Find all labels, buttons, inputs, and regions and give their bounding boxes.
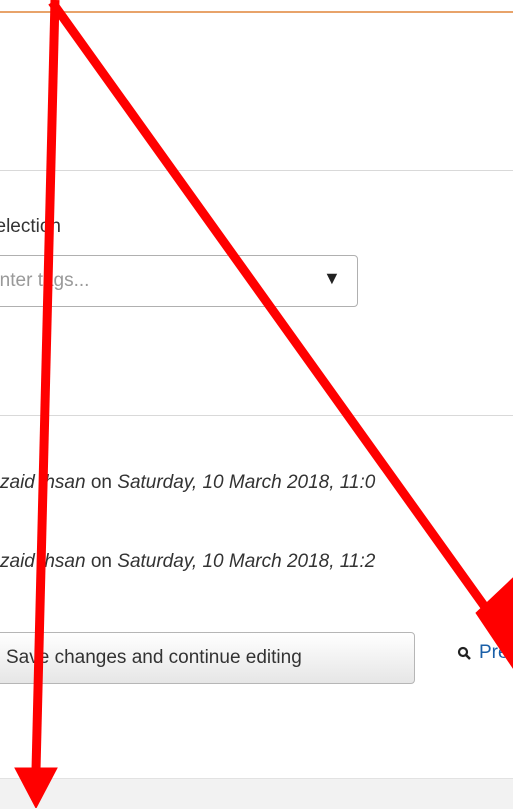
preview-link[interactable]: Pre — [457, 642, 509, 664]
annotation-arrows — [14, 0, 513, 808]
tags-label: selection — [0, 216, 61, 237]
section-divider-top — [0, 170, 513, 171]
preview-label: Pre — [479, 642, 509, 663]
history-date: Saturday, 10 March 2018, 11:0 — [117, 472, 376, 493]
history-connector: on — [90, 551, 112, 572]
save-continue-button[interactable]: Save changes and continue editing — [0, 632, 415, 684]
history-date: Saturday, 10 March 2018, 11:2 — [117, 551, 376, 572]
section-divider-middle — [0, 415, 513, 416]
history-entry: zaid ihsan on Saturday, 10 March 2018, 1… — [0, 472, 375, 494]
footer-band — [0, 778, 513, 809]
annotation-arrow-diagonal-line — [48, 0, 494, 617]
tags-select[interactable]: Enter tags... ▼ — [0, 255, 358, 307]
triangle-down-icon[interactable]: ▼ — [323, 268, 341, 289]
history-user: zaid ihsan — [0, 472, 86, 493]
top-accent-border — [0, 0, 513, 13]
search-icon — [457, 646, 471, 660]
tags-placeholder: Enter tags... — [0, 270, 90, 291]
history-connector: on — [90, 472, 112, 493]
history-entry: zaid ihsan on Saturday, 10 March 2018, 1… — [0, 551, 375, 573]
history-user: zaid ihsan — [0, 551, 86, 572]
